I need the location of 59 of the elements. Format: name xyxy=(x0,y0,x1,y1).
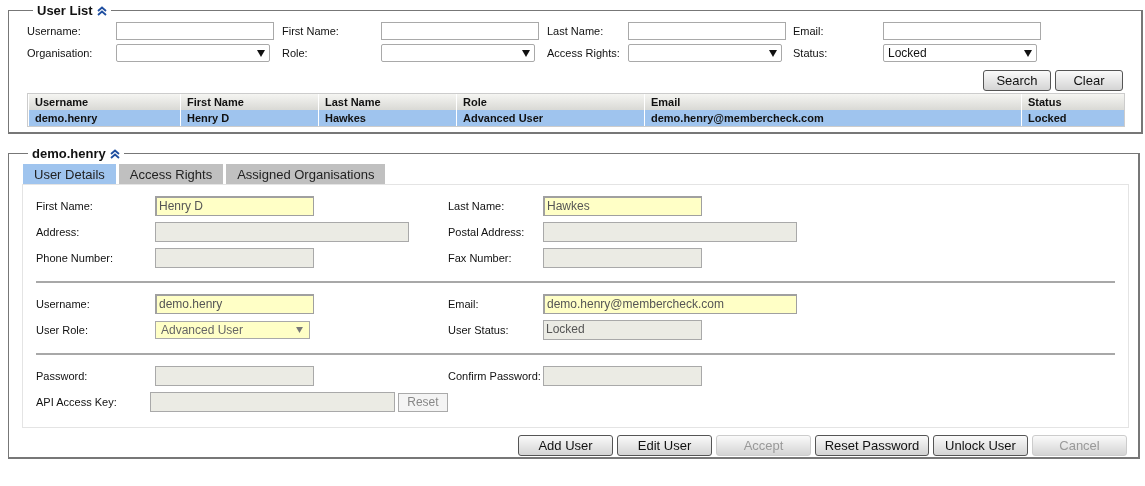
filter-label: First Name: xyxy=(282,25,340,37)
table-cell: Henry D xyxy=(180,110,318,126)
table-cell: demo.henry xyxy=(28,110,180,126)
filter-select[interactable] xyxy=(628,44,782,62)
field-label: Address: xyxy=(36,226,81,238)
field-label: API Access Key: xyxy=(36,396,118,408)
filter-input[interactable] xyxy=(116,22,274,40)
action-button[interactable]: Search xyxy=(983,70,1051,91)
collapse-icon[interactable] xyxy=(109,148,120,159)
table-cell: Locked xyxy=(1021,110,1124,126)
table-row[interactable]: demo.henry Henry D Hawkes Advanced User demo.henry@membercheck.com Locked xyxy=(28,110,1124,126)
filter-label: Last Name: xyxy=(547,25,605,37)
filter-label: Username: xyxy=(27,25,82,37)
tab[interactable]: User Details xyxy=(23,164,116,184)
field-label: Username: xyxy=(36,298,91,310)
input-field[interactable]: Hawkes xyxy=(543,196,702,216)
field-label: Confirm Password: xyxy=(448,370,542,382)
input-field[interactable]: Henry D xyxy=(155,196,314,216)
table-cell: Hawkes xyxy=(318,110,456,126)
field-label: First Name: xyxy=(36,200,94,212)
filter-label: Status: xyxy=(793,47,829,59)
filter-label: Role: xyxy=(282,47,309,59)
field-label: Password: xyxy=(36,370,89,382)
action-button[interactable]: Edit User xyxy=(617,435,712,456)
dropdown-arrow-icon xyxy=(1024,49,1032,57)
field-label: Phone Number: xyxy=(36,252,115,264)
filter-input[interactable] xyxy=(381,22,539,40)
field-label: User Role: xyxy=(36,324,89,336)
filter-select[interactable]: Locked xyxy=(883,44,1037,62)
filter-label: Access Rights: xyxy=(547,47,621,59)
dropdown-arrow-icon xyxy=(296,327,303,333)
table-cell: Advanced User xyxy=(456,110,644,126)
filter-input[interactable] xyxy=(883,22,1041,40)
field-label: User Status: xyxy=(448,324,510,336)
action-button[interactable]: Reset Password xyxy=(815,435,929,456)
field-label: Last Name: xyxy=(448,200,506,212)
filter-label: Email: xyxy=(793,25,825,37)
field-label: Email: xyxy=(448,298,480,310)
filter-select[interactable] xyxy=(381,44,535,62)
action-button[interactable]: Clear xyxy=(1055,70,1123,91)
table-cell: demo.henry@membercheck.com xyxy=(644,110,1021,126)
action-button[interactable]: Add User xyxy=(518,435,613,456)
filter-input[interactable] xyxy=(628,22,786,40)
dropdown-arrow-icon xyxy=(769,49,777,57)
select-field[interactable]: Advanced User xyxy=(155,321,310,339)
filter-select[interactable] xyxy=(116,44,270,62)
field-label: Fax Number: xyxy=(448,252,513,264)
filter-label: Organisation: xyxy=(27,47,94,59)
section-title: demo.henry xyxy=(32,146,106,161)
section-title: User List xyxy=(37,3,93,18)
action-button[interactable]: Unlock User xyxy=(933,435,1028,456)
input-field[interactable]: demo.henry@membercheck.com xyxy=(543,294,797,314)
tab[interactable]: Assigned Organisations xyxy=(226,164,386,184)
input-field[interactable]: demo.henry xyxy=(155,294,314,314)
collapse-icon[interactable] xyxy=(96,5,107,16)
field-label: Postal Address: xyxy=(448,226,526,238)
dropdown-arrow-icon xyxy=(257,49,265,57)
tab[interactable]: Access Rights xyxy=(118,164,224,184)
dropdown-arrow-icon xyxy=(522,49,530,57)
